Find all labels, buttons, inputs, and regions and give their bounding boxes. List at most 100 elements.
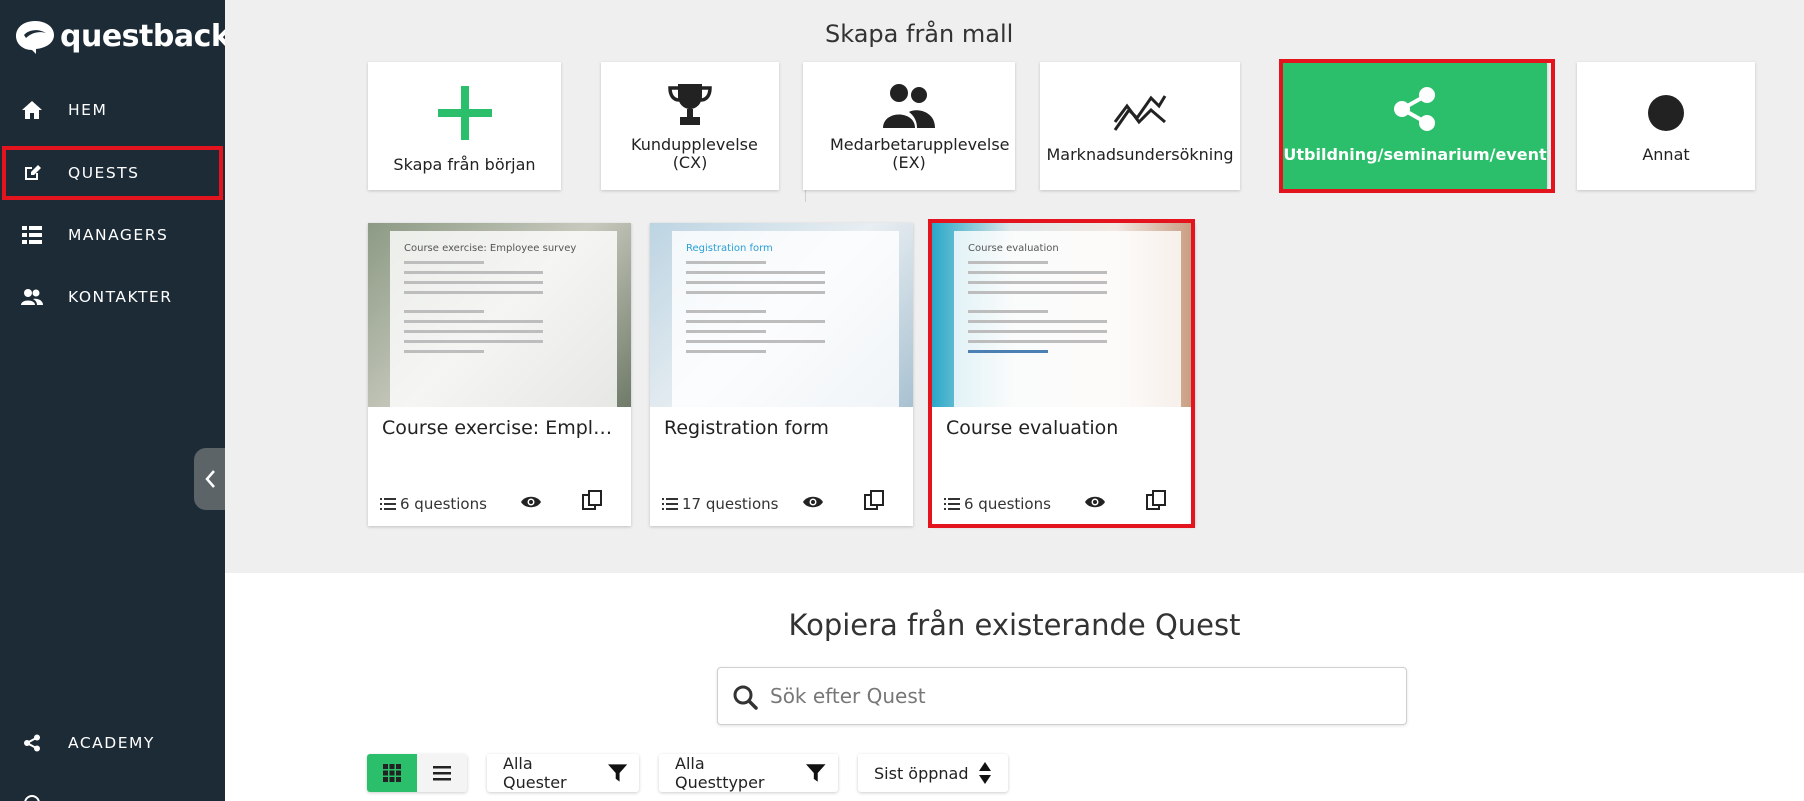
tile-kundupplevelse[interactable]: Kundupplevelse (CX) (601, 62, 779, 190)
thumbnail-line (686, 281, 826, 284)
thumbnail-line (968, 340, 1108, 343)
sidebar-item-managers[interactable]: MANAGERS (0, 208, 225, 262)
share-icon (20, 731, 44, 755)
grid-view-button[interactable] (367, 754, 417, 792)
card-title: Course evaluation (946, 417, 1119, 439)
sidebar-item-partial[interactable] (0, 776, 225, 801)
template-card-selected[interactable]: Course evaluation Course evaluation 6 qu… (932, 223, 1195, 526)
list-view-button[interactable] (417, 754, 467, 792)
contacts-icon (20, 285, 44, 309)
thumbnail-line (404, 261, 484, 264)
tile-label: Kundupplevelse (CX) (631, 135, 758, 172)
thumbnail-line (686, 291, 826, 294)
home-icon (20, 98, 44, 122)
plus-icon (437, 86, 492, 140)
eye-icon[interactable] (1084, 491, 1106, 513)
search-icon (733, 685, 758, 710)
filter-all-quests[interactable]: Alla Quester (487, 754, 639, 792)
copy-section-title: Kopiera från existerande Quest (788, 608, 1241, 642)
share-icon (1392, 82, 1438, 132)
thumbnail-line (968, 271, 1108, 274)
view-toggle (367, 754, 467, 792)
search-box (717, 667, 1407, 725)
thumbnail-line (404, 320, 544, 323)
thumbnail-line (686, 330, 766, 333)
sidebar-item-academy[interactable]: ACADEMY (0, 716, 225, 770)
question-count-label: 17 questions (682, 495, 779, 513)
dot-icon (1647, 82, 1685, 132)
trend-lines-icon (1113, 82, 1167, 132)
questback-logo[interactable]: questback (14, 18, 231, 54)
thumbnail-preview: Course exercise: Employee survey (390, 231, 617, 407)
sidebar-item-quests[interactable]: QUESTS (0, 146, 225, 200)
tile-medarbetarupplevelse[interactable]: Medarbetarupplevelse (EX) (803, 62, 1015, 190)
tile-annat[interactable]: Annat (1577, 62, 1755, 190)
thumbnail-line (968, 350, 1048, 353)
template-card[interactable]: Registration form Registration form 17 q… (650, 223, 913, 526)
copy-icon[interactable] (580, 488, 604, 512)
people-icon (883, 82, 935, 128)
thumbnail-line (968, 330, 1108, 333)
question-count-label: 6 questions (964, 495, 1051, 513)
question-count-label: 6 questions (400, 495, 487, 513)
trophy-icon (666, 82, 714, 128)
thumbnail-line (686, 310, 766, 313)
sidebar-item-hem[interactable]: HEM (0, 83, 225, 137)
chevron-left-icon (204, 470, 215, 488)
template-card[interactable]: Course exercise: Employee survey Course … (368, 223, 631, 526)
question-list-icon (380, 497, 396, 510)
tile-label: Medarbetarupplevelse (EX) (830, 135, 1010, 172)
copy-icon[interactable] (1144, 488, 1168, 512)
question-list-icon (944, 497, 960, 510)
sidebar-item-label: QUESTS (68, 164, 140, 182)
eye-icon[interactable] (520, 491, 542, 513)
filter-all-types[interactable]: Alla Questtyper (659, 754, 838, 792)
thumbnail-line (968, 281, 1108, 284)
section-title: Skapa från mall (825, 20, 1014, 48)
tile-utbildning[interactable]: Utbildning/seminarium/event (1283, 62, 1547, 190)
logo-text: questback (60, 18, 231, 54)
user-icon (20, 791, 44, 801)
list-icon (20, 223, 44, 247)
thumbnail-line (686, 320, 826, 323)
create-blank-tile[interactable]: Skapa från början (368, 62, 561, 190)
thumbnail-line (404, 281, 544, 284)
sidebar-collapse-button[interactable] (194, 448, 225, 510)
sort-label: Sist öppnad (874, 763, 969, 783)
thumbnail-title: Registration form (686, 243, 773, 254)
thumbnail-line (404, 291, 544, 294)
thumbnail-line (686, 271, 826, 274)
sidebar-item-label: KONTAKTER (68, 288, 173, 306)
thumbnail-line (968, 320, 1108, 323)
thumbnail-title: Course exercise: Employee survey (404, 243, 577, 254)
question-count: 6 questions (380, 495, 487, 513)
filter-label: Alla Quester (503, 754, 567, 792)
card-thumbnail: Registration form (650, 223, 913, 407)
sidebar-item-kontakter[interactable]: KONTAKTER (0, 270, 225, 324)
sidebar-item-label: MANAGERS (68, 226, 169, 244)
sort-dropdown[interactable]: Sist öppnad (858, 754, 1008, 792)
thumbnail-title: Course evaluation (968, 243, 1059, 254)
sort-icon (978, 762, 991, 784)
question-list-icon (662, 497, 678, 510)
thumbnail-line (968, 261, 1048, 264)
thumbnail-preview: Course evaluation (954, 231, 1181, 407)
tile-label: Skapa från början (393, 155, 536, 174)
question-count: 17 questions (662, 495, 778, 513)
filter-icon (806, 764, 826, 782)
card-thumbnail: Course exercise: Employee survey (368, 223, 631, 407)
tile-label: Marknadsundersökning (1046, 145, 1234, 164)
thumbnail-line (404, 310, 484, 313)
list-icon (433, 765, 451, 780)
thumbnail-line (404, 340, 544, 343)
card-title: Registration form (664, 417, 829, 439)
copy-icon[interactable] (862, 488, 886, 512)
filter-icon (607, 764, 627, 782)
template-area: Skapa från mall Skapa från början Kundup… (225, 0, 1804, 573)
thumbnail-line (686, 261, 766, 264)
sidebar-item-label: ACADEMY (68, 734, 155, 752)
search-input[interactable] (770, 680, 1390, 712)
eye-icon[interactable] (802, 491, 824, 513)
tile-marknadsundersokning[interactable]: Marknadsundersökning (1040, 62, 1240, 190)
card-thumbnail: Course evaluation (932, 223, 1195, 407)
